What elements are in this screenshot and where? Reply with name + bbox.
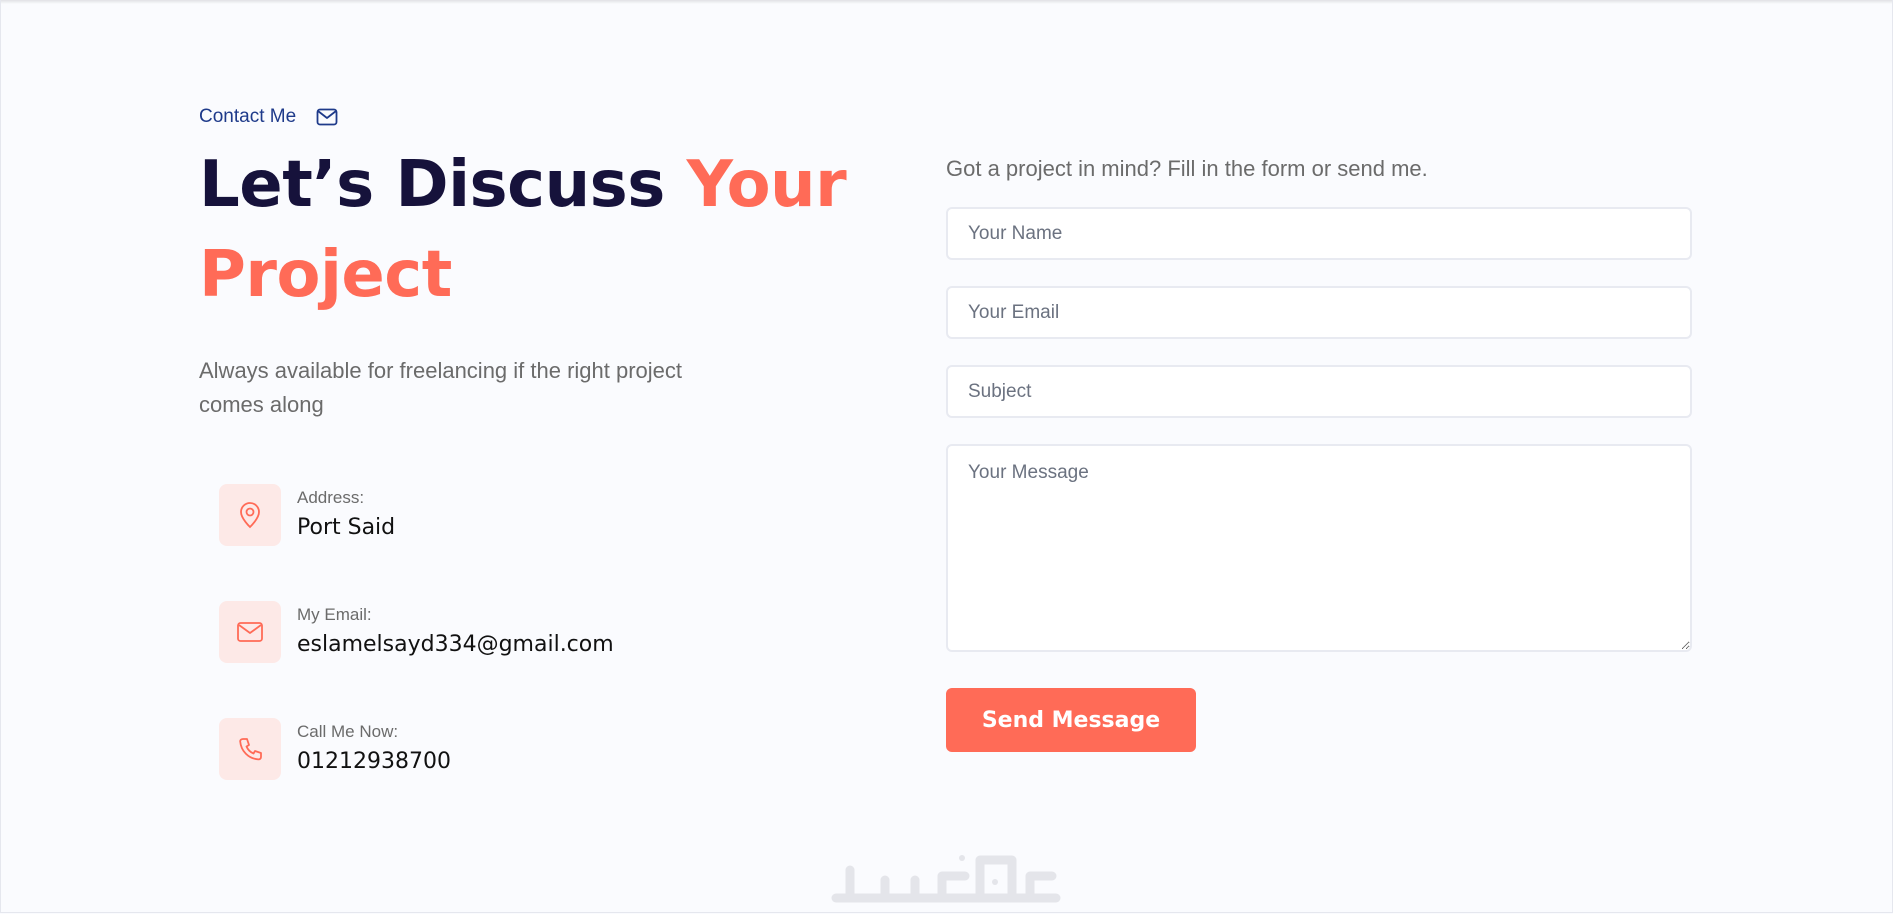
phone-icon bbox=[239, 738, 262, 761]
subject-input[interactable] bbox=[946, 365, 1692, 418]
section-eyebrow: Contact Me bbox=[199, 100, 859, 134]
contact-item-email: My Email: eslamelsayd334@gmail.com bbox=[219, 601, 859, 663]
email-value[interactable]: eslamelsayd334@gmail.com bbox=[297, 630, 614, 660]
message-textarea[interactable] bbox=[946, 444, 1692, 652]
address-value: Port Said bbox=[297, 515, 396, 540]
name-input[interactable] bbox=[946, 207, 1692, 260]
mail-icon bbox=[237, 622, 263, 642]
email-label: My Email: bbox=[297, 605, 372, 624]
contact-item-address: Address: Port Said bbox=[219, 484, 859, 546]
email-input[interactable] bbox=[946, 286, 1692, 339]
form-intro-text: Got a project in mind? Fill in the form … bbox=[946, 156, 1428, 181]
phone-label: Call Me Now: bbox=[297, 722, 399, 741]
mail-icon bbox=[316, 108, 338, 126]
khamsat-watermark-logo bbox=[830, 848, 1062, 906]
address-label: Address: bbox=[297, 488, 365, 507]
page-title: Let’s Discuss Your Project bbox=[199, 140, 859, 320]
contact-form: Got a project in mind? Fill in the form … bbox=[946, 150, 1692, 752]
availability-text: Always available for freelancing if the … bbox=[199, 358, 683, 417]
contact-item-phone: Call Me Now: 01212938700 bbox=[219, 718, 859, 780]
address-icon-box bbox=[219, 484, 281, 546]
phone-icon-box bbox=[219, 718, 281, 780]
contact-info-column: Contact Me Let’s Discuss Your Project Al… bbox=[199, 100, 859, 780]
page-title-main: Let’s Discuss bbox=[199, 148, 687, 222]
send-message-button[interactable]: Send Message bbox=[946, 688, 1196, 752]
map-pin-icon bbox=[240, 502, 260, 529]
contact-details-list: Address: Port Said My Email: eslamelsayd… bbox=[219, 484, 859, 780]
eyebrow-label: Contact Me bbox=[199, 106, 297, 127]
email-icon-box bbox=[219, 601, 281, 663]
phone-value[interactable]: 01212938700 bbox=[297, 747, 451, 777]
